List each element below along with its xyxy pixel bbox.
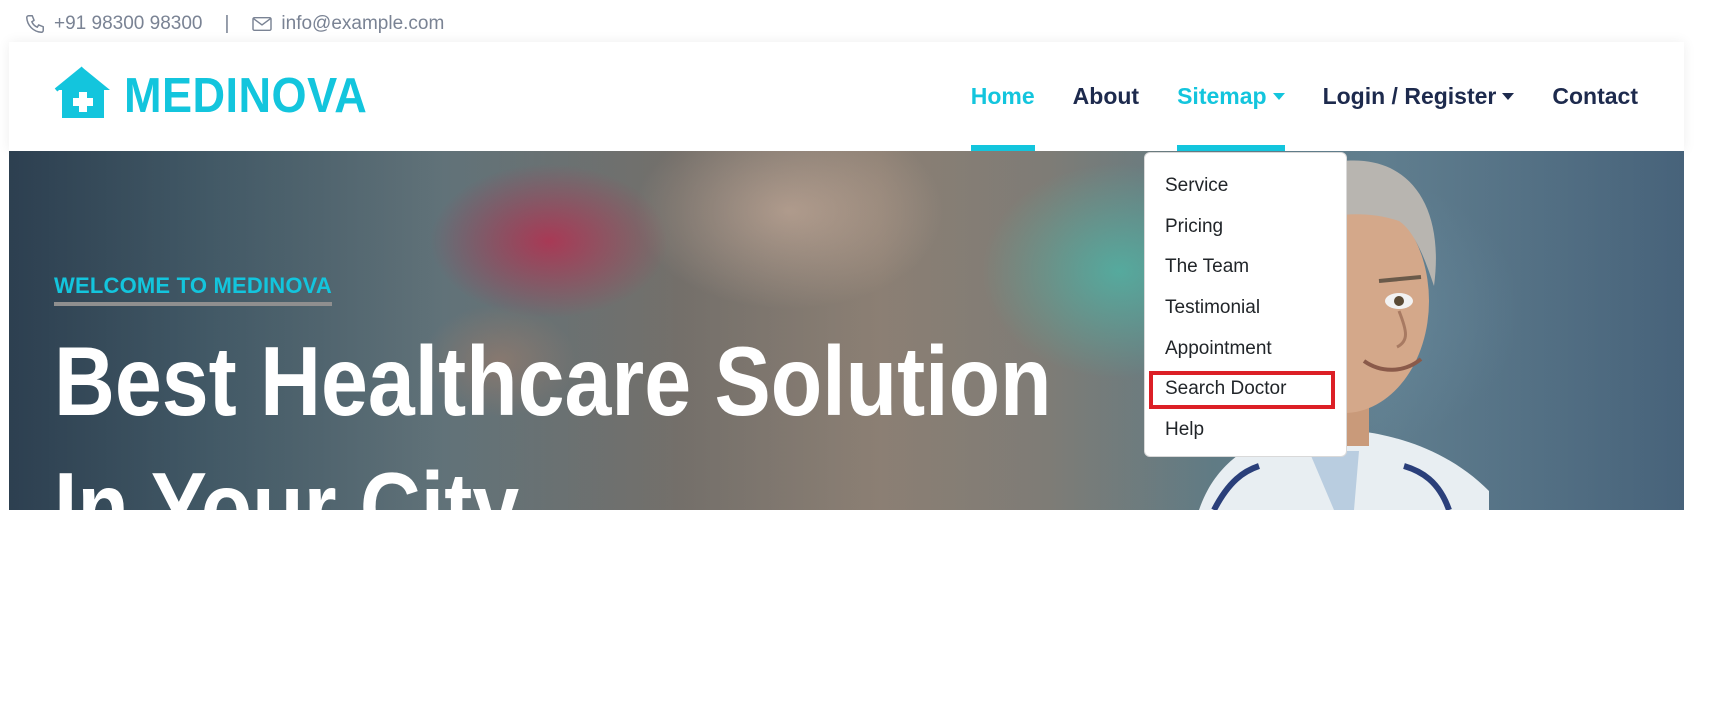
phone-contact[interactable]: +91 98300 98300	[24, 13, 202, 35]
phone-number: +91 98300 98300	[54, 13, 203, 34]
dropdown-item-appointment[interactable]: Appointment	[1145, 328, 1346, 369]
brand-name: MEDINOVA	[124, 68, 368, 123]
hero-headline: Best Healthcare Solution In Your City	[54, 318, 1052, 510]
nav-sitemap[interactable]: Sitemap	[1177, 42, 1286, 151]
brand-logo-link[interactable]: MEDINOVA	[54, 66, 388, 125]
email-address: info@example.com	[281, 13, 445, 34]
top-contact-bar: +91 98300 98300 | info@example.com	[0, 0, 1712, 48]
hero-headline-line-1: Best Healthcare Solution	[54, 326, 1052, 436]
dropdown-item-testimonial[interactable]: Testimonial	[1145, 288, 1346, 329]
dropdown-item-service[interactable]: Service	[1145, 166, 1346, 207]
dropdown-item-search-doctor[interactable]: Search Doctor	[1145, 369, 1346, 410]
hero-banner: Welcome To Medinova Best Healthcare Solu…	[9, 151, 1684, 510]
nav-about[interactable]: About	[1073, 42, 1139, 151]
primary-nav: Home About Sitemap Login / Register Cont…	[970, 42, 1638, 151]
contact-separator: |	[224, 13, 230, 34]
dropdown-item-the-team[interactable]: The Team	[1145, 247, 1346, 288]
nav-home[interactable]: Home	[970, 42, 1035, 151]
envelope-icon	[251, 15, 273, 33]
phone-icon	[24, 13, 46, 35]
hero-headline-line-2: In Your City	[54, 452, 520, 510]
sitemap-dropdown-menu: Service Pricing The Team Testimonial App…	[1144, 152, 1347, 457]
nav-contact[interactable]: Contact	[1552, 42, 1638, 151]
hero-eyebrow: Welcome To Medinova	[54, 273, 332, 306]
nav-sitemap-label: Sitemap	[1177, 83, 1267, 109]
hero-text: Welcome To Medinova Best Healthcare Solu…	[54, 273, 1214, 510]
caret-down-icon	[1272, 93, 1285, 100]
nav-login-register[interactable]: Login / Register	[1323, 42, 1515, 151]
email-contact[interactable]: info@example.com	[251, 13, 444, 35]
dropdown-item-pricing[interactable]: Pricing	[1145, 207, 1346, 248]
caret-down-icon	[1502, 93, 1515, 100]
house-medical-icon	[54, 66, 112, 125]
dropdown-item-help[interactable]: Help	[1145, 410, 1346, 451]
main-navbar: MEDINOVA Home About Sitemap Login / Regi…	[9, 42, 1684, 151]
nav-login-label: Login / Register	[1322, 83, 1497, 109]
